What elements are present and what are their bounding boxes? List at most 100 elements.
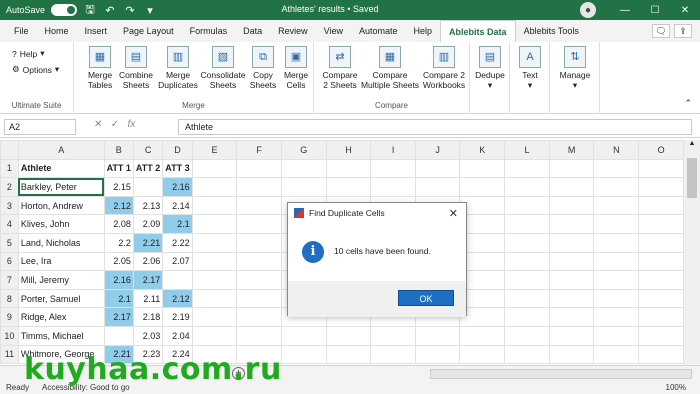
empty-cell[interactable] [548,344,595,365]
empty-cell[interactable] [191,232,238,253]
share-icon[interactable]: ⇪ [674,24,692,38]
empty-cell[interactable] [593,307,640,327]
cell-d4[interactable]: 2.1 [162,214,193,234]
cell-a1[interactable]: Athlete [17,158,105,179]
empty-cell[interactable] [191,251,238,272]
cell-d10[interactable]: 2.04 [162,325,193,346]
tab-ablebits-data[interactable]: Ablebits Data [440,20,516,42]
empty-cell[interactable] [236,158,282,179]
tab-view[interactable]: View [316,20,351,42]
empty-cell[interactable] [593,232,640,253]
compare-2-sheets-button[interactable]: ⇄ Compare 2 Sheets [320,46,360,90]
empty-cell[interactable] [459,344,506,365]
empty-cell[interactable] [236,325,282,346]
empty-cell[interactable] [370,325,416,346]
cell-d3[interactable]: 2.14 [162,195,193,216]
row-header[interactable]: 10 [0,325,19,346]
row-header[interactable]: 11 [0,344,19,365]
row-header[interactable]: 9 [0,307,19,327]
cell-c9[interactable]: 2.18 [132,307,164,327]
cell-c8[interactable]: 2.11 [132,288,164,309]
column-header[interactable]: A [17,140,105,160]
cell-d7[interactable] [162,270,193,290]
cell-b9[interactable]: 2.17 [103,307,134,327]
empty-cell[interactable] [504,270,550,290]
cell-a10[interactable]: Timms, Michael [17,325,105,346]
cell-a2[interactable]: Barkley, Peter [17,177,105,197]
help-button[interactable]: ? Help ▾ [12,48,45,59]
autosave-toggle[interactable] [51,4,78,16]
column-header[interactable]: J [414,140,461,160]
empty-cell[interactable] [548,214,595,234]
cell-c3[interactable]: 2.13 [132,195,164,216]
empty-cell[interactable] [370,344,416,365]
minimize-button[interactable]: — [610,5,640,16]
merge-cells-button[interactable]: ▣ Merge Cells [280,46,312,90]
column-header[interactable]: M [548,140,595,160]
ok-button[interactable]: OK [398,290,454,306]
compare-multiple-sheets-button[interactable]: ▦ Compare Multiple Sheets [360,46,420,90]
cell-b6[interactable]: 2.05 [103,251,134,272]
column-header[interactable]: E [191,140,238,160]
empty-cell[interactable] [414,344,461,365]
empty-cell[interactable] [191,195,238,216]
empty-cell[interactable] [638,325,684,346]
cell-b4[interactable]: 2.08 [103,214,134,234]
empty-cell[interactable] [191,158,238,179]
cell-a4[interactable]: Klives, John [17,214,105,234]
row-header[interactable]: 3 [0,195,19,216]
enter-icon[interactable]: ✓ [111,119,119,130]
column-header[interactable]: D [162,140,193,160]
empty-cell[interactable] [191,214,238,234]
row-header[interactable]: 7 [0,270,19,290]
column-header[interactable]: N [593,140,640,160]
cell-d8[interactable]: 2.12 [162,288,193,309]
cell-c7[interactable]: 2.17 [132,270,164,290]
tab-help[interactable]: Help [406,20,441,42]
empty-cell[interactable] [325,177,372,197]
row-header[interactable]: 4 [0,214,19,234]
empty-cell[interactable] [325,158,372,179]
empty-cell[interactable] [191,288,238,309]
select-all-corner[interactable] [0,140,19,160]
save-icon[interactable]: 🖫 [83,1,97,20]
empty-cell[interactable] [236,288,282,309]
empty-cell[interactable] [548,158,595,179]
tab-review[interactable]: Review [270,20,316,42]
empty-cell[interactable] [504,232,550,253]
close-window-button[interactable]: ✕ [670,5,700,16]
empty-cell[interactable] [414,177,461,197]
empty-cell[interactable] [638,307,684,327]
empty-cell[interactable] [504,177,550,197]
empty-cell[interactable] [504,251,550,272]
cell-d6[interactable]: 2.07 [162,251,193,272]
tab-formulas[interactable]: Formulas [182,20,236,42]
empty-cell[interactable] [593,270,640,290]
empty-cell[interactable] [638,177,684,197]
empty-cell[interactable] [638,288,684,309]
tab-file[interactable]: File [6,20,37,42]
cell-b3[interactable]: 2.12 [103,195,134,216]
empty-cell[interactable] [638,344,684,365]
empty-cell[interactable] [191,325,238,346]
vertical-scrollbar[interactable]: ▲ [684,140,700,365]
maximize-button[interactable]: ☐ [640,5,670,16]
collapse-ribbon-icon[interactable]: ⌃ [684,98,692,109]
dialog-close-button[interactable]: ✕ [449,207,458,220]
column-header[interactable]: G [280,140,327,160]
combine-sheets-button[interactable]: ▤ Combine Sheets [116,46,156,90]
empty-cell[interactable] [504,195,550,216]
cell-a7[interactable]: Mill, Jeremy [17,270,105,290]
cell-d9[interactable]: 2.19 [162,307,193,327]
tab-automate[interactable]: Automate [351,20,406,42]
text-button[interactable]: A Text ▾ [512,46,548,90]
empty-cell[interactable] [504,307,550,327]
user-avatar[interactable]: ● [580,2,596,18]
tab-data[interactable]: Data [235,20,270,42]
cell-b2[interactable]: 2.15 [103,177,134,197]
customize-qat-icon[interactable]: ▾ [143,4,157,17]
cell-d2[interactable]: 2.16 [162,177,193,197]
copy-sheets-button[interactable]: ⧉ Copy Sheets [246,46,280,90]
empty-cell[interactable] [504,214,550,234]
dedupe-button[interactable]: ▤ Dedupe ▾ [472,46,508,90]
